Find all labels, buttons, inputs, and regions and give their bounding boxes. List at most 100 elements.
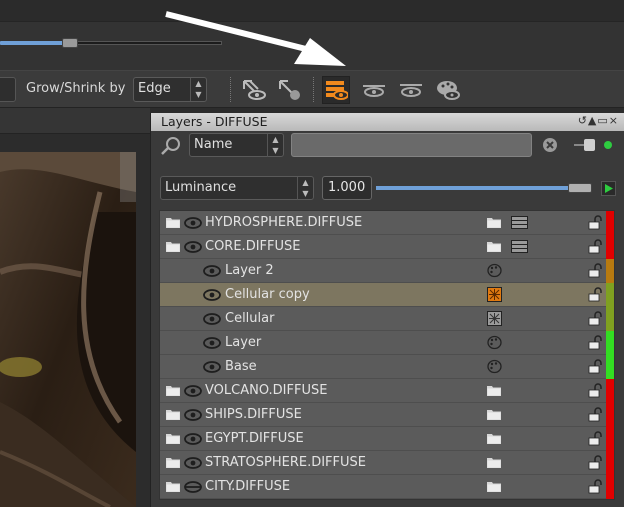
blend-mode-select[interactable]: Luminance ▲ ▼: [160, 176, 314, 200]
folder-icon: [166, 434, 180, 444]
lock-icon[interactable]: [588, 311, 604, 326]
lock-icon[interactable]: [588, 239, 604, 254]
eye-strike-icon[interactable]: [360, 76, 388, 104]
3d-viewport[interactable]: [0, 152, 136, 507]
top-strip: [0, 0, 624, 70]
window-buttons[interactable]: ↺▲▭×: [578, 114, 619, 127]
lock-icon[interactable]: [588, 359, 604, 374]
annotation-arrow: [165, 11, 346, 66]
lock-icon[interactable]: [588, 335, 604, 350]
layers-eye-icon[interactable]: [322, 76, 350, 104]
folder-icon: [487, 242, 501, 252]
play-icon[interactable]: [601, 181, 616, 196]
folder-open-icon: [166, 242, 180, 252]
folder-icon: [166, 458, 180, 468]
lock-icon[interactable]: [588, 407, 604, 422]
layer-row[interactable]: CITY.DIFFUSE: [160, 475, 614, 499]
visibility-eye-icon[interactable]: [184, 409, 202, 421]
panel-title-bar[interactable]: Layers - DIFFUSE ↺▲▭×: [151, 113, 624, 131]
visibility-eye-icon[interactable]: [184, 457, 202, 469]
grow-shrink-label: Grow/Shrink by: [26, 81, 126, 96]
lock-icon[interactable]: [588, 431, 604, 446]
filter-input[interactable]: [291, 133, 532, 157]
layer-status-bar: [606, 211, 614, 235]
lock-icon[interactable]: [588, 383, 604, 398]
spin-arrows-icon[interactable]: ▲ ▼: [267, 134, 283, 157]
arrow-dot-icon[interactable]: [276, 76, 304, 104]
opacity-field[interactable]: 1.000: [322, 176, 372, 200]
toggle-icon[interactable]: [574, 138, 596, 152]
layer-name: CORE.DIFFUSE: [205, 239, 301, 254]
spin-arrows-icon[interactable]: ▲ ▼: [297, 177, 313, 200]
brush-slider-handle[interactable]: [62, 38, 78, 48]
visibility-eye-icon[interactable]: [203, 265, 221, 277]
visibility-eye-icon[interactable]: [203, 313, 221, 325]
lock-icon[interactable]: [588, 287, 604, 302]
visibility-eye-icon[interactable]: [203, 289, 221, 301]
folder-icon: [487, 434, 501, 444]
layer-row[interactable]: VOLCANO.DIFFUSE: [160, 379, 614, 403]
layer-name: STRATOSPHERE.DIFFUSE: [205, 455, 366, 470]
layer-status-bar: [606, 427, 614, 451]
visibility-eye-icon[interactable]: [184, 433, 202, 445]
layer-name: Layer: [225, 335, 262, 350]
layer-status-bar: [606, 235, 614, 259]
arrow-eye-icon[interactable]: [240, 76, 268, 104]
layer-name: EGYPT.DIFFUSE: [205, 431, 304, 446]
layer-status-bar: [606, 451, 614, 475]
opacity-slider[interactable]: [376, 183, 598, 193]
lock-icon[interactable]: [588, 263, 604, 278]
layer-row[interactable]: Layer 2: [160, 259, 614, 283]
visibility-eye-icon[interactable]: [203, 337, 221, 349]
layer-row[interactable]: CORE.DIFFUSE: [160, 235, 614, 259]
grow-shrink-value: Edge: [138, 81, 171, 96]
layer-name: CITY.DIFFUSE: [205, 479, 291, 494]
layer-row[interactable]: HYDROSPHERE.DIFFUSE: [160, 211, 614, 235]
folder-icon: [166, 482, 180, 492]
status-dot: [604, 141, 612, 149]
panel-title: Layers - DIFFUSE: [161, 114, 268, 129]
paint-layer-icon: [487, 359, 502, 374]
layer-status-bar: [606, 355, 614, 379]
folder-icon: [487, 458, 501, 468]
visibility-eye-closed-icon[interactable]: [184, 481, 202, 493]
procedural-layer-icon: [487, 311, 502, 326]
visibility-eye-icon[interactable]: [184, 385, 202, 397]
folder-icon: [166, 386, 180, 396]
lock-icon[interactable]: [588, 455, 604, 470]
visibility-eye-icon[interactable]: [184, 241, 202, 253]
layer-row[interactable]: SHIPS.DIFFUSE: [160, 403, 614, 427]
layer-row[interactable]: Base: [160, 355, 614, 379]
layer-row[interactable]: Layer: [160, 331, 614, 355]
layer-status-bar: [606, 283, 614, 307]
layer-status-bar: [606, 475, 614, 499]
procedural-layer-icon: [487, 287, 502, 302]
layer-status-bar: [606, 307, 614, 331]
filter-field-select[interactable]: Name ▲ ▼: [189, 133, 284, 157]
layer-status-bar: [606, 403, 614, 427]
mask-list-icon: [511, 240, 528, 253]
viewport-render: [0, 152, 136, 507]
layer-row[interactable]: STRATOSPHERE.DIFFUSE: [160, 451, 614, 475]
layer-row[interactable]: Cellular copy: [160, 283, 614, 307]
layer-name: HYDROSPHERE.DIFFUSE: [205, 215, 363, 230]
size-field[interactable]: [0, 77, 16, 102]
lock-icon[interactable]: [588, 215, 604, 230]
layer-row[interactable]: Cellular: [160, 307, 614, 331]
palette-eye-icon[interactable]: [434, 76, 462, 104]
spin-arrows-icon[interactable]: ▲ ▼: [190, 78, 206, 101]
opacity-slider-handle[interactable]: [568, 183, 592, 193]
lock-icon[interactable]: [588, 479, 604, 494]
visibility-eye-icon[interactable]: [184, 217, 202, 229]
blend-mode-value: Luminance: [165, 180, 237, 195]
layer-row[interactable]: EGYPT.DIFFUSE: [160, 427, 614, 451]
folder-icon: [487, 482, 501, 492]
visibility-eye-icon[interactable]: [203, 361, 221, 373]
eye-bar-icon[interactable]: [397, 76, 425, 104]
grow-shrink-select[interactable]: Edge ▲ ▼: [133, 77, 207, 102]
layer-name: Layer 2: [225, 263, 274, 278]
search-icon[interactable]: [160, 136, 182, 156]
clear-icon[interactable]: [542, 137, 558, 153]
layer-status-bar: [606, 331, 614, 355]
paint-layer-icon: [487, 335, 502, 350]
